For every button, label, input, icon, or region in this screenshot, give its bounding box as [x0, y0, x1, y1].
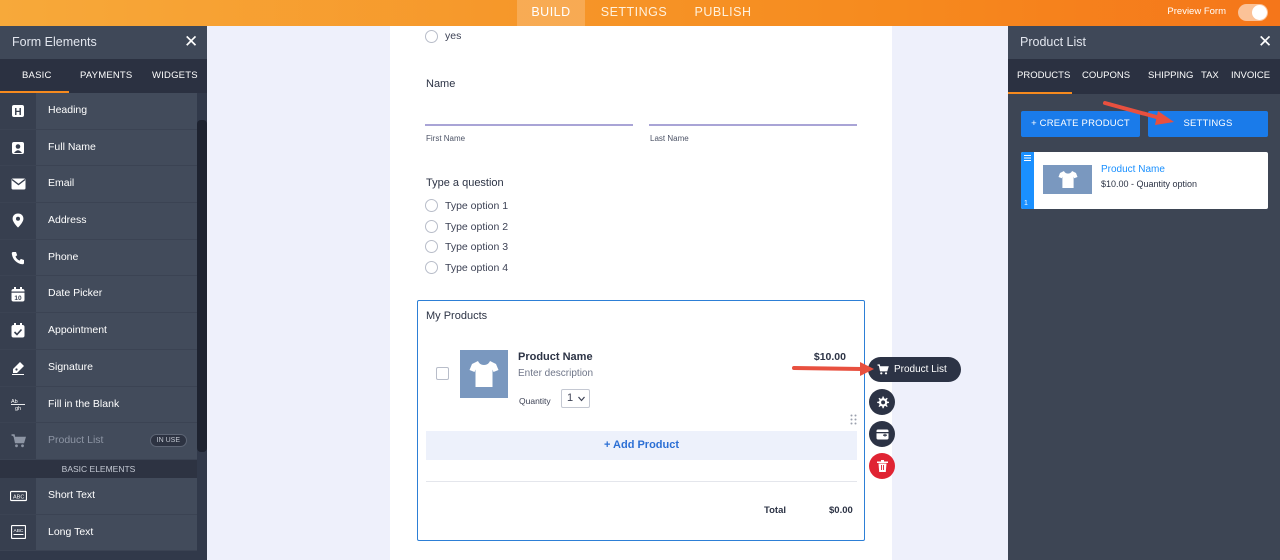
arrow-to-settings	[1103, 101, 1174, 125]
annotation-arrows	[792, 101, 1174, 376]
arrow-to-product-list	[792, 362, 874, 376]
